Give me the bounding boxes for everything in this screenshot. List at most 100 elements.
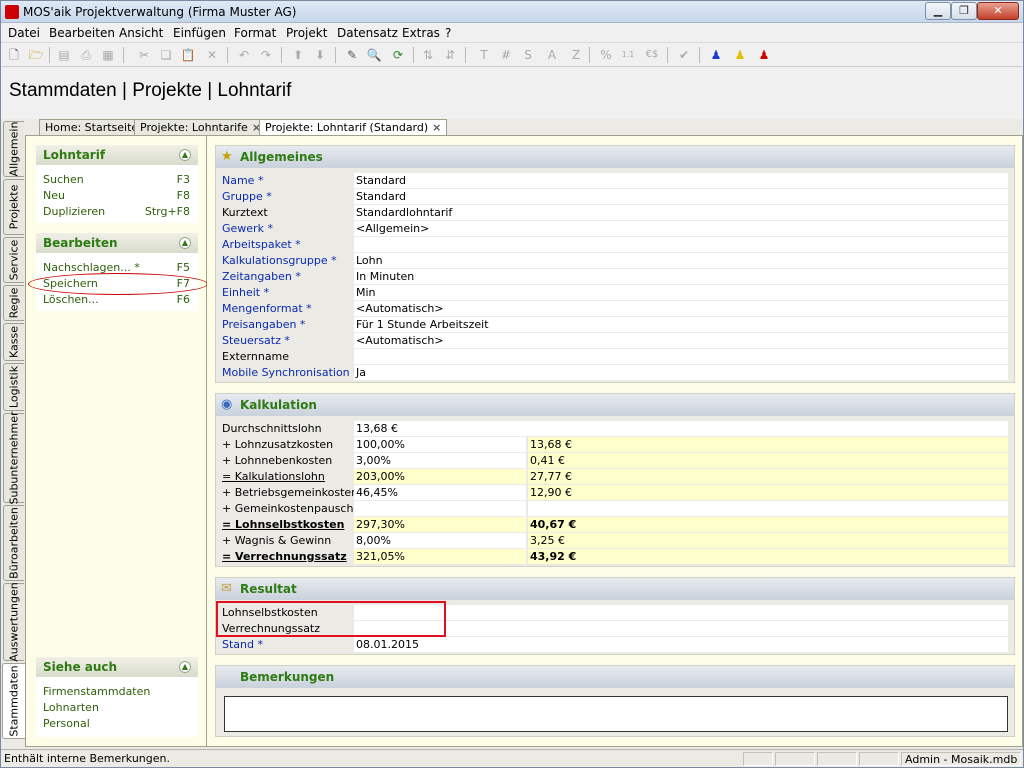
print-setup-icon[interactable]: ▦: [99, 46, 117, 64]
link-personal[interactable]: Personal: [36, 716, 198, 732]
calc-percent-value[interactable]: 3,00%: [354, 453, 526, 468]
field-value-input[interactable]: Standardlohntarif: [354, 205, 1008, 220]
tab-lohntarife[interactable]: Projekte: Lohntarife ×: [134, 119, 268, 136]
menu-einfuegen[interactable]: Einfügen: [173, 26, 226, 40]
taskpane-header[interactable]: Siehe auch ▲: [36, 657, 198, 677]
field-value-input[interactable]: Min: [354, 285, 1008, 300]
menu-extras[interactable]: Extras: [402, 26, 440, 40]
field-value-input[interactable]: [354, 349, 1008, 364]
calc-percent-value[interactable]: 297,30%: [354, 517, 526, 532]
section-header[interactable]: Bemerkungen: [216, 666, 1014, 688]
calc-percent-value[interactable]: 203,00%: [354, 469, 526, 484]
check-icon[interactable]: ✔: [675, 46, 693, 64]
field-value-input[interactable]: Lohn: [354, 253, 1008, 268]
undo-icon[interactable]: ↶: [235, 46, 253, 64]
field-value-input[interactable]: Ja: [354, 365, 1008, 380]
field-label[interactable]: Arbeitspaket *: [222, 238, 301, 251]
close-tab-icon[interactable]: ×: [432, 121, 441, 134]
section-header[interactable]: ◉ Kalkulation: [216, 394, 1014, 416]
move-up-icon[interactable]: ⬆: [289, 46, 307, 64]
field-label[interactable]: Preisangaben *: [222, 318, 305, 331]
cut-icon[interactable]: ✂: [135, 46, 153, 64]
calc-percent-value[interactable]: 321,05%: [354, 549, 526, 564]
user-red-icon[interactable]: ♟: [755, 46, 773, 64]
print-preview-icon[interactable]: ▤: [55, 46, 73, 64]
remarks-textarea[interactable]: [224, 696, 1008, 732]
action-duplizieren[interactable]: Duplizieren Strg+F8: [36, 204, 198, 220]
calc-percent-value[interactable]: [354, 501, 526, 516]
field-value-input[interactable]: In Minuten: [354, 269, 1008, 284]
edit-icon[interactable]: ✎: [343, 46, 361, 64]
average-icon[interactable]: A: [543, 46, 561, 64]
vtab-allgemein[interactable]: Allgemein: [3, 121, 24, 177]
user-yellow-icon[interactable]: ♟: [731, 46, 749, 64]
field-label[interactable]: Mengenformat *: [222, 302, 312, 315]
link-firmenstammdaten[interactable]: Firmenstammdaten: [36, 684, 198, 700]
field-value-input[interactable]: <Automatisch>: [354, 301, 1008, 316]
text-icon[interactable]: T: [475, 46, 493, 64]
field-label[interactable]: Stand *: [222, 638, 263, 651]
sort-desc-icon[interactable]: ⇵: [441, 46, 459, 64]
field-value-input[interactable]: Standard: [354, 173, 1008, 188]
menu-datensatz[interactable]: Datensatz: [337, 26, 398, 40]
field-label[interactable]: Steuersatz *: [222, 334, 290, 347]
decimals-icon[interactable]: 1.1: [619, 46, 637, 64]
delete-icon[interactable]: ✕: [203, 46, 221, 64]
field-value-input[interactable]: [354, 605, 1008, 620]
refresh-icon[interactable]: ⟳: [389, 46, 407, 64]
field-label[interactable]: Kalkulationsgruppe *: [222, 254, 337, 267]
vtab-projekte[interactable]: Projekte: [3, 179, 24, 235]
field-label[interactable]: Name *: [222, 174, 263, 187]
chevron-up-icon[interactable]: ▲: [179, 661, 191, 673]
field-label[interactable]: Gruppe *: [222, 190, 272, 203]
maximize-button[interactable]: ❐: [951, 2, 977, 20]
field-label[interactable]: Mobile Synchronisation *: [222, 366, 359, 379]
vtab-logistik[interactable]: Logistik: [3, 363, 24, 411]
menu-datei[interactable]: Datei: [8, 26, 40, 40]
menu-ansicht[interactable]: Ansicht: [119, 26, 163, 40]
menu-format[interactable]: Format: [234, 26, 276, 40]
vtab-bueroarbeiten[interactable]: Büroarbeiten: [3, 505, 24, 581]
vtab-service[interactable]: Service: [3, 237, 24, 283]
sum-icon[interactable]: S: [519, 46, 537, 64]
vtab-subunternehmer[interactable]: Subunternehmer: [3, 411, 24, 505]
field-value-input[interactable]: 08.01.2015: [354, 637, 1008, 652]
currency-icon[interactable]: €$: [643, 46, 661, 64]
number-icon[interactable]: #: [497, 46, 515, 64]
field-value-input[interactable]: Standard: [354, 189, 1008, 204]
print-icon[interactable]: ⎙: [77, 46, 95, 64]
z-icon[interactable]: Z: [567, 46, 585, 64]
vtab-regie[interactable]: Regie: [3, 285, 24, 321]
vtab-auswertungen[interactable]: Auswertungen: [3, 582, 24, 662]
action-suchen[interactable]: Suchen F3: [36, 172, 198, 188]
calc-percent-value[interactable]: 100,00%: [354, 437, 526, 452]
close-button[interactable]: ✕: [977, 2, 1019, 20]
field-value-input[interactable]: Für 1 Stunde Arbeitszeit: [354, 317, 1008, 332]
search-icon[interactable]: 🔍: [365, 46, 383, 64]
new-icon[interactable]: 🗋: [5, 46, 23, 64]
user-blue-icon[interactable]: ♟: [707, 46, 725, 64]
field-value-input[interactable]: [354, 237, 1008, 252]
action-neu[interactable]: Neu F8: [36, 188, 198, 204]
field-value-input[interactable]: <Allgemein>: [354, 221, 1008, 236]
vtab-stammdaten[interactable]: Stammdaten: [2, 663, 25, 739]
field-value-input[interactable]: <Automatisch>: [354, 333, 1008, 348]
field-value-input[interactable]: [354, 621, 1008, 636]
open-icon[interactable]: 🗁: [27, 46, 45, 64]
section-header[interactable]: ★ Allgemeines: [216, 146, 1014, 168]
move-down-icon[interactable]: ⬇: [311, 46, 329, 64]
chevron-up-icon[interactable]: ▲: [179, 237, 191, 249]
redo-icon[interactable]: ↷: [257, 46, 275, 64]
section-header[interactable]: ✉ Resultat: [216, 578, 1014, 600]
taskpane-header[interactable]: Bearbeiten ▲: [36, 233, 198, 253]
menu-projekt[interactable]: Projekt: [286, 26, 327, 40]
taskpane-header[interactable]: Lohntarif ▲: [36, 145, 198, 165]
calc-percent-value[interactable]: 46,45%: [354, 485, 526, 500]
menu-bearbeiten[interactable]: Bearbeiten: [49, 26, 115, 40]
field-label[interactable]: Einheit *: [222, 286, 269, 299]
field-label[interactable]: Gewerk *: [222, 222, 273, 235]
link-lohnarten[interactable]: Lohnarten: [36, 700, 198, 716]
calc-percent-value[interactable]: 13,68 €: [354, 421, 1008, 436]
chevron-up-icon[interactable]: ▲: [179, 149, 191, 161]
calc-percent-value[interactable]: 8,00%: [354, 533, 526, 548]
